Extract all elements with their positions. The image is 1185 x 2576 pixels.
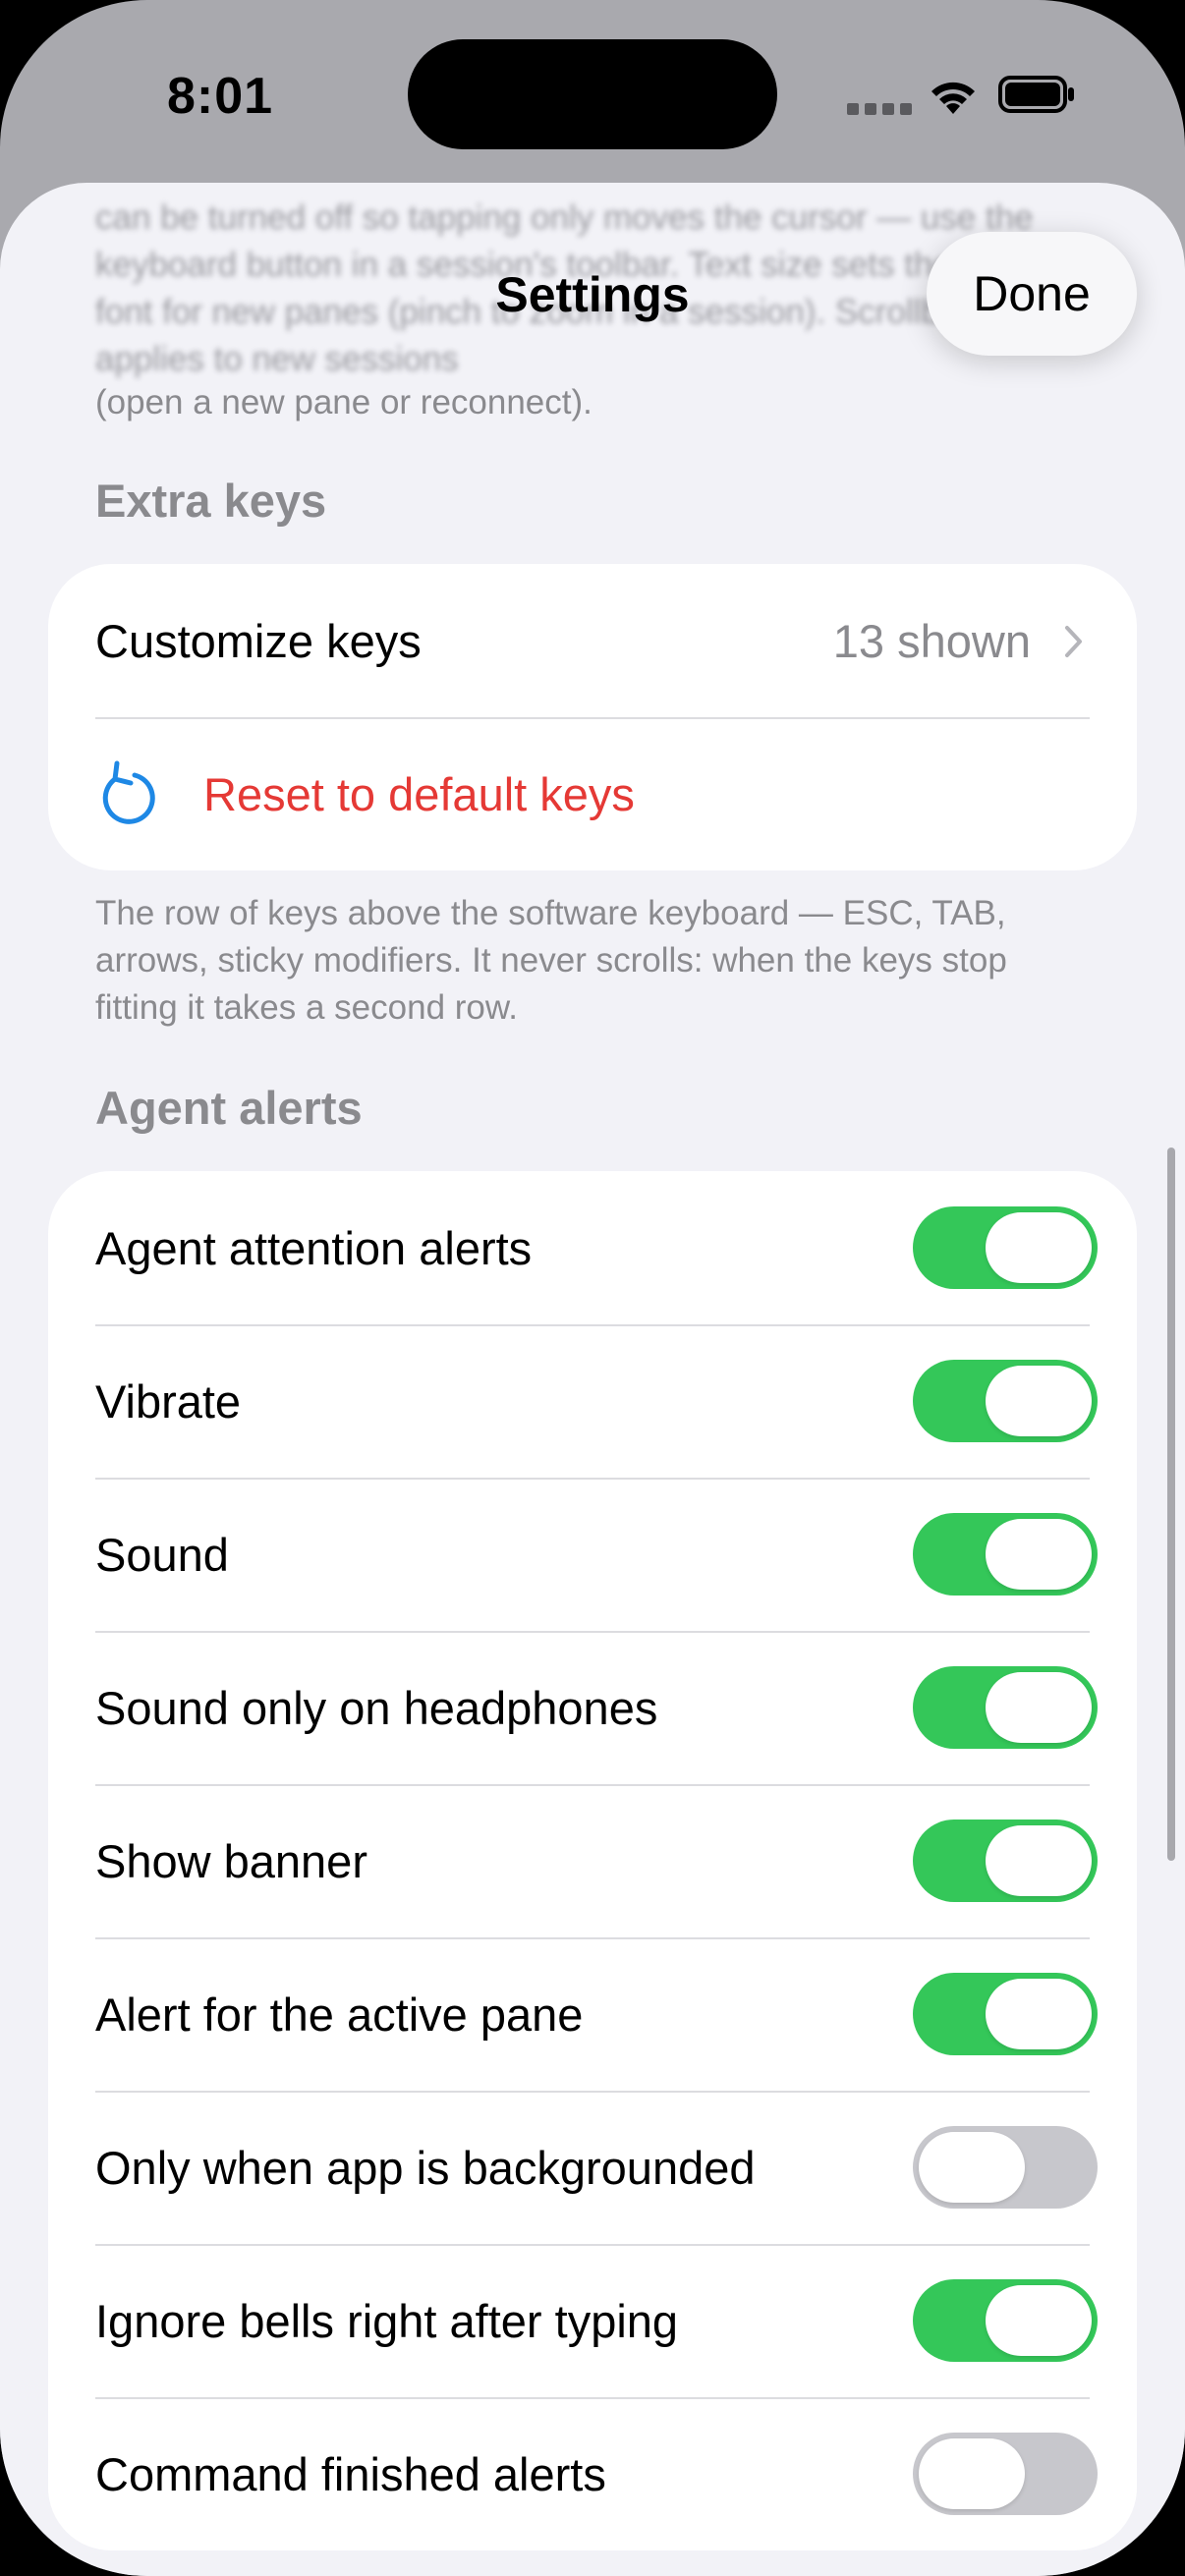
customize-keys-count: 13 shown [832, 614, 1031, 667]
toggle-switch[interactable] [913, 2433, 1098, 2515]
toggle-row-label: Sound only on headphones [95, 1681, 658, 1734]
toggle-row-label: Agent attention alerts [95, 1221, 533, 1274]
toggle-switch[interactable] [913, 1820, 1098, 1902]
signal-dots-icon [847, 102, 918, 120]
toggle-switch[interactable] [913, 1360, 1098, 1442]
toggle-row-label: Vibrate [95, 1374, 242, 1428]
toggle-row-label: Ignore bells right after typing [95, 2294, 679, 2347]
toggle-row-label: Only when app is backgrounded [95, 2141, 756, 2194]
toggle-row-label: Alert for the active pane [95, 1988, 584, 2041]
toggle-knob [986, 2285, 1092, 2356]
toggle-row-label: Sound [95, 1528, 229, 1581]
toggle-switch[interactable] [913, 1973, 1098, 2055]
toggle-switch[interactable] [913, 1206, 1098, 1289]
phone-screen: 8:01 can be turned off so tapping only m… [0, 0, 1185, 2576]
reset-keys-label: Reset to default keys [203, 767, 635, 820]
extra-keys-group: Customize keys 13 shown Reset to default… [48, 564, 1137, 870]
toggle-row[interactable]: Command finished alerts [48, 2397, 1137, 2550]
agent-alerts-group: Agent attention alerts Vibrate Sound Sound … [48, 1171, 1137, 2550]
toggle-row-label: Show banner [95, 1834, 367, 1887]
dynamic-island [408, 39, 777, 149]
toggle-row[interactable]: Ignore bells right after typing [48, 2244, 1137, 2397]
toggle-row[interactable]: Agent attention alerts [48, 1171, 1137, 1324]
reset-arrow-icon [102, 760, 155, 824]
toggle-knob [986, 1672, 1092, 1743]
toggle-row[interactable]: Only when app is backgrounded [48, 2091, 1137, 2244]
toggle-knob [986, 1212, 1092, 1283]
customize-keys-row[interactable]: Customize keys 13 shown [48, 564, 1137, 717]
toggle-knob [986, 1519, 1092, 1590]
toggle-knob [919, 2438, 1025, 2509]
settings-sheet: can be turned off so tapping only moves … [0, 183, 1185, 2576]
toggle-switch[interactable] [913, 2126, 1098, 2209]
toggle-knob [919, 2132, 1025, 2203]
toggle-row[interactable]: Alert for the active pane [48, 1937, 1137, 2091]
toggle-row[interactable]: Show banner [48, 1784, 1137, 1937]
toggle-row[interactable]: Sound [48, 1478, 1137, 1631]
battery-icon [998, 76, 1074, 113]
toggle-switch[interactable] [913, 2279, 1098, 2362]
section-header-agent-alerts: Agent alerts [95, 1082, 363, 1134]
toggle-row-label: Command finished alerts [95, 2447, 606, 2500]
reset-keys-row[interactable]: Reset to default keys [48, 717, 1137, 870]
toggle-row[interactable]: Sound only on headphones [48, 1631, 1137, 1784]
scrollback-note-text: (open a new pane or reconnect). [95, 383, 592, 421]
section-header-extra-keys: Extra keys [95, 475, 327, 527]
customize-keys-label: Customize keys [95, 614, 422, 667]
scroll-indicator[interactable] [1167, 1148, 1175, 1861]
toggle-switch[interactable] [913, 1666, 1098, 1749]
extra-keys-footnote: The row of keys above the software keybo… [95, 894, 1007, 1027]
toggle-knob [986, 1825, 1092, 1896]
toggle-knob [986, 1366, 1092, 1436]
wifi-icon [931, 82, 975, 114]
toggle-row[interactable]: Vibrate [48, 1324, 1137, 1478]
done-button[interactable]: Done [927, 232, 1137, 356]
status-time: 8:01 [167, 68, 274, 125]
toggle-switch[interactable] [913, 1513, 1098, 1596]
chevron-right-icon [1065, 626, 1082, 657]
toggle-knob [986, 1979, 1092, 2049]
